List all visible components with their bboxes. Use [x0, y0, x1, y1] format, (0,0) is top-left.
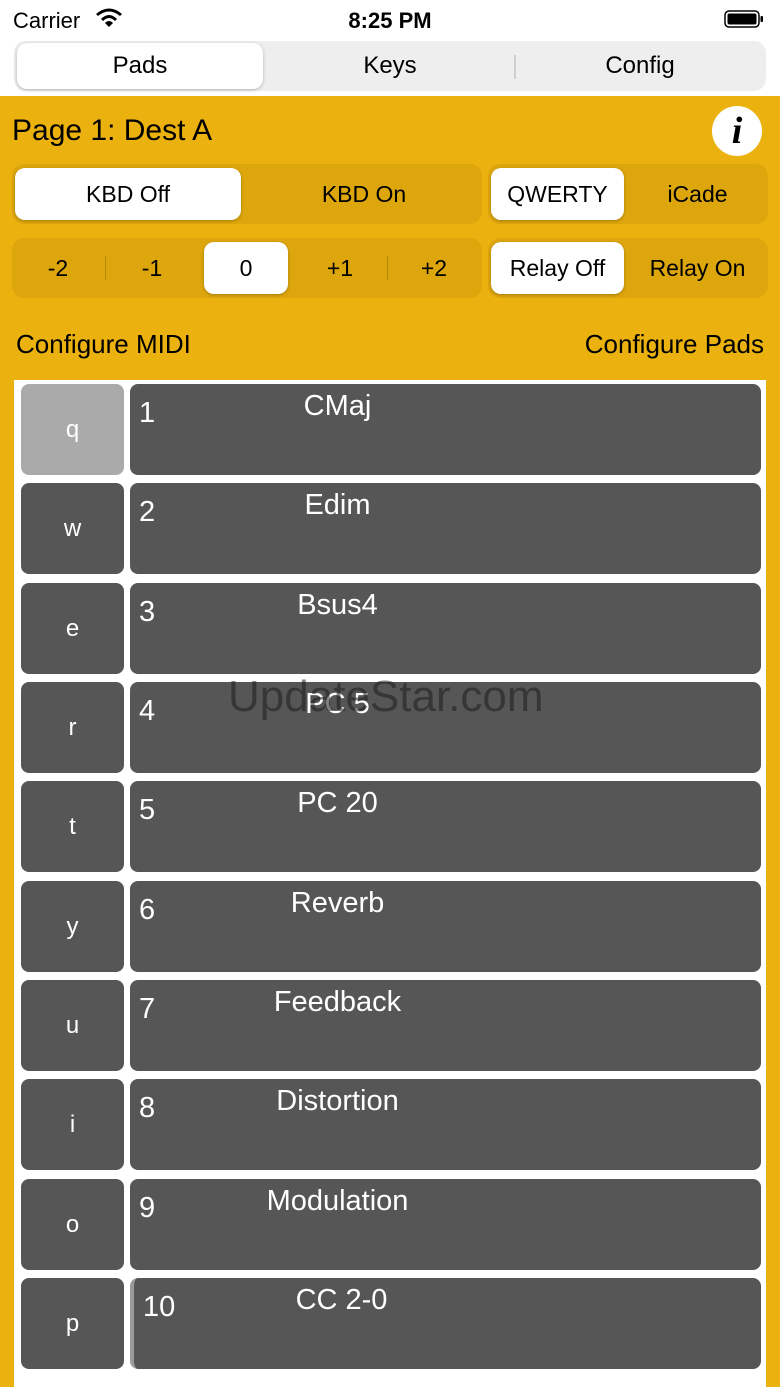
info-icon: i [731, 110, 743, 152]
tab-keys[interactable]: Keys [267, 43, 513, 89]
tab-divider [514, 55, 516, 79]
tab-config[interactable]: Config [517, 43, 763, 89]
icade-option[interactable]: iCade [631, 168, 764, 220]
key-p-button[interactable]: p [21, 1278, 124, 1369]
pad-list: q 1 CMaj w 2 Edim e 3 Bsus4 r 4 PC 5 t 5… [14, 380, 766, 1387]
input-mode-toggle: QWERTY iCade [488, 164, 768, 224]
octave-zero[interactable]: 0 [204, 242, 288, 294]
pad-6-button[interactable]: 6 Reverb [130, 881, 761, 972]
key-w-button[interactable]: w [21, 483, 124, 574]
key-o-button[interactable]: o [21, 1179, 124, 1270]
pad-name: PC 20 [297, 787, 378, 819]
configure-pads-button[interactable]: Configure Pads [585, 329, 764, 360]
pad-name: CMaj [303, 390, 372, 422]
status-bar: Carrier 8:25 PM [0, 0, 780, 38]
octave-minus-2[interactable]: -2 [15, 242, 101, 294]
page-title: Page 1: Dest A [12, 114, 213, 147]
clock: 8:25 PM [348, 8, 432, 33]
key-u-button[interactable]: u [21, 980, 124, 1071]
pad-name: Reverb [290, 887, 385, 919]
key-y-button[interactable]: y [21, 881, 124, 972]
octave-plus-2[interactable]: +2 [391, 242, 477, 294]
octave-selector: -2 -1 0 +1 +2 [12, 238, 482, 298]
octave-plus-1[interactable]: +1 [297, 242, 383, 294]
key-t-button[interactable]: t [21, 781, 124, 872]
relay-off-option[interactable]: Relay Off [491, 242, 624, 294]
qwerty-option[interactable]: QWERTY [491, 168, 624, 220]
tab-bar: Pads Keys Config [14, 41, 766, 91]
relay-on-option[interactable]: Relay On [631, 242, 764, 294]
key-i-button[interactable]: i [21, 1079, 124, 1170]
octave-divider [387, 256, 388, 280]
pad-name: Modulation [266, 1185, 409, 1217]
pad-8-button[interactable]: 8 Distortion [130, 1079, 761, 1170]
pad-9-button[interactable]: 9 Modulation [130, 1179, 761, 1270]
octave-minus-1[interactable]: -1 [109, 242, 195, 294]
pad-10-button[interactable]: 10 CC 2-0 [130, 1278, 761, 1369]
key-q-button[interactable]: q [21, 384, 124, 475]
key-e-button[interactable]: e [21, 583, 124, 674]
tab-pads[interactable]: Pads [17, 43, 263, 89]
battery-icon [724, 10, 763, 28]
pad-1-button[interactable]: 1 CMaj [130, 384, 761, 475]
pad-name: PC 5 [305, 688, 370, 720]
relay-toggle: Relay Off Relay On [488, 238, 768, 298]
kbd-toggle: KBD Off KBD On [12, 164, 482, 224]
key-r-button[interactable]: r [21, 682, 124, 773]
kbd-on-option[interactable]: KBD On [251, 168, 477, 220]
kbd-off-option[interactable]: KBD Off [15, 168, 241, 220]
pad-name: CC 2-0 [295, 1284, 388, 1316]
pad-7-button[interactable]: 7 Feedback [130, 980, 761, 1071]
pad-3-button[interactable]: 3 Bsus4 [130, 583, 761, 674]
configure-midi-button[interactable]: Configure MIDI [16, 329, 191, 360]
info-button[interactable]: i [712, 106, 762, 156]
pad-name: Edim [304, 489, 371, 521]
pad-4-button[interactable]: 4 PC 5 [130, 682, 761, 773]
octave-divider [105, 256, 106, 280]
pad-2-button[interactable]: 2 Edim [130, 483, 761, 574]
pad-name: Bsus4 [297, 589, 378, 621]
pad-5-button[interactable]: 5 PC 20 [130, 781, 761, 872]
pad-name: Feedback [273, 986, 402, 1018]
pad-name: Distortion [276, 1085, 399, 1117]
tab-bar-container: Pads Keys Config [0, 38, 780, 96]
